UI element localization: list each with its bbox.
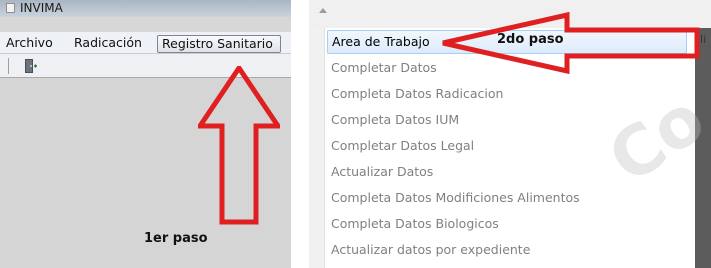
menu-item-actualizar-datos-por-expediente[interactable]: Actualizar datos por expediente — [327, 238, 687, 262]
menu-archivo[interactable]: Archivo — [6, 35, 53, 53]
dropdown-window: Area de Trabajo Completar Datos Completa… — [309, 0, 711, 268]
menu-bar: Archivo Radicación Registro Sanitario — [0, 32, 291, 54]
scroll-up-icon[interactable] — [319, 8, 327, 13]
menu-radicacion[interactable]: Radicación — [74, 35, 142, 53]
step1-label: 1er paso — [144, 231, 208, 246]
menu-item-completa-datos-biologicos[interactable]: Completa Datos Biologicos — [327, 212, 687, 236]
step2-label: 2do paso — [497, 32, 564, 47]
step1-up-arrow — [198, 66, 280, 225]
menu-registro-sanitario[interactable]: Registro Sanitario — [157, 35, 281, 53]
exit-door-icon[interactable] — [24, 58, 38, 74]
screenshot: INVIMA Archivo Radicación Registro Sanit… — [0, 0, 711, 268]
menu-icon-strip — [309, 28, 325, 268]
step2-left-arrow — [442, 12, 700, 74]
app-icon — [6, 3, 15, 13]
toolbar-separator — [8, 58, 9, 74]
title-bar: INVIMA — [0, 0, 291, 17]
menu-item-completa-datos-radicacion[interactable]: Completa Datos Radicacion — [327, 82, 687, 106]
window-title: INVIMA — [20, 1, 63, 15]
divider — [291, 0, 309, 268]
